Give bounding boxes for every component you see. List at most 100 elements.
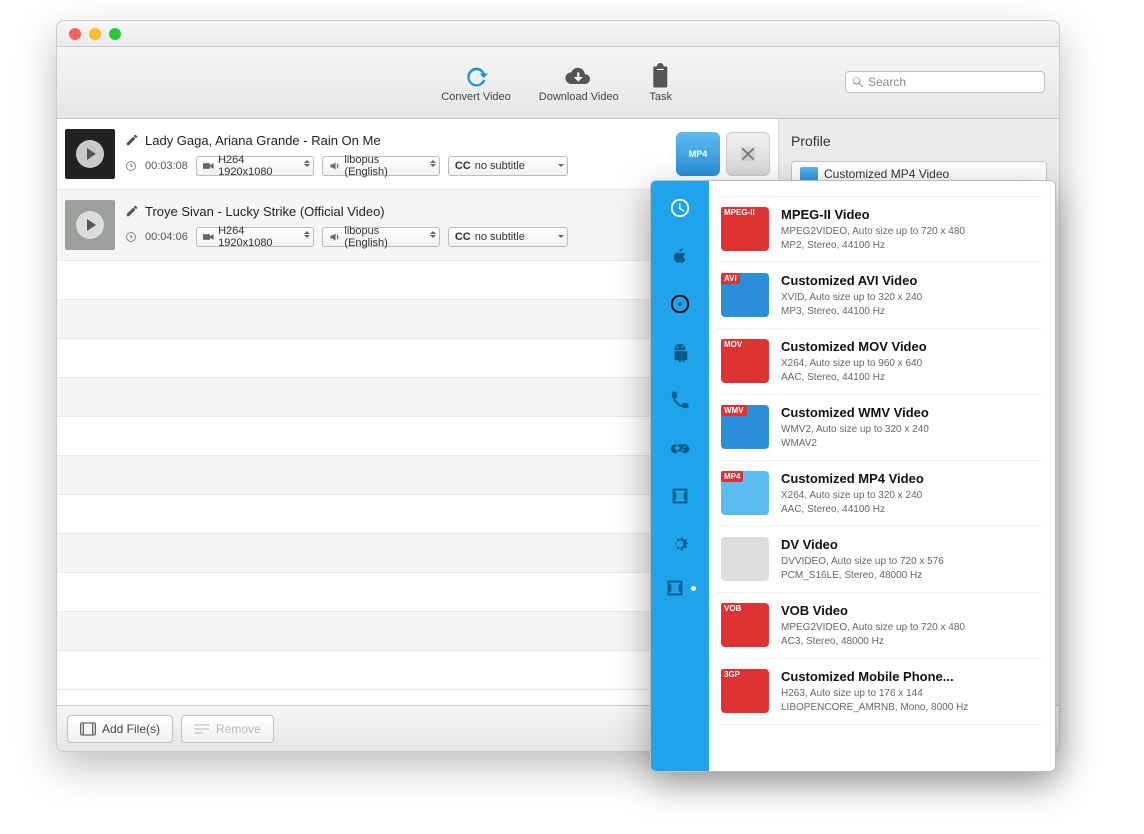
convert-video-button[interactable]: Convert Video [441, 63, 511, 103]
profile-option[interactable]: MPEG-II MPEG-II Video MPEG2VIDEO, Auto s… [717, 197, 1041, 263]
minimize-icon[interactable] [89, 28, 101, 40]
profile-desc-1: MPEG2VIDEO, Auto size up to 720 x 480 [781, 225, 965, 239]
format-badge: WMV [721, 405, 747, 416]
clipboard-icon [647, 63, 675, 91]
subtitle-label: no subtitle [475, 160, 525, 172]
audio-label: libopus (English) [344, 154, 422, 178]
profile-option[interactable]: AVI Customized AVI Video XVID, Auto size… [717, 263, 1041, 329]
video-icon [203, 231, 214, 243]
codec-select[interactable]: H264 1920x1080 [196, 156, 314, 176]
apple-icon [669, 245, 691, 267]
speaker-icon [329, 231, 341, 243]
profile-desc-2: AC3, Stereo, 48000 Hz [781, 635, 965, 649]
profile-list[interactable]: MPEG-II MPEG-II Video MPEG2VIDEO, Auto s… [709, 181, 1055, 771]
profile-option[interactable]: MOV Customized MOV Video X264, Auto size… [717, 329, 1041, 395]
film-icon [664, 577, 686, 599]
category-game[interactable] [665, 433, 695, 463]
profile-desc-2: AAC, Stereo, 44100 Hz [781, 371, 927, 385]
category-video[interactable] [665, 481, 695, 511]
profile-desc-2: MP3, Stereo, 44100 Hz [781, 305, 922, 319]
phone-icon [669, 389, 691, 411]
audio-label: libopus (English) [344, 225, 422, 249]
audio-select[interactable]: libopus (English) [322, 227, 440, 247]
profile-desc-2: PCM_S16LE, Stereo, 48000 Hz [781, 569, 944, 583]
convert-video-label: Convert Video [441, 91, 511, 103]
codec-select[interactable]: H264 1920x1080 [196, 227, 314, 247]
format-badge: MP4 [721, 471, 743, 482]
profile-name: VOB Video [781, 603, 965, 618]
download-video-button[interactable]: Download Video [539, 63, 619, 103]
clock-icon [125, 231, 137, 243]
clock-icon [125, 160, 137, 172]
add-files-button[interactable]: Add File(s) [67, 715, 173, 743]
close-icon[interactable] [69, 28, 81, 40]
zoom-icon[interactable] [109, 28, 121, 40]
profile-name: Customized MOV Video [781, 339, 927, 354]
mp4-icon [800, 167, 818, 181]
profile-category-sidebar [651, 181, 709, 771]
file-title: Troye Sivan - Lucky Strike (Official Vid… [145, 204, 385, 219]
profile-heading: Profile [791, 133, 1047, 149]
trim-button[interactable] [726, 132, 770, 176]
profile-desc-1: MPEG2VIDEO, Auto size up to 720 x 480 [781, 621, 965, 635]
profile-name: Customized AVI Video [781, 273, 922, 288]
pencil-icon[interactable] [125, 204, 139, 218]
cloud-download-icon [565, 63, 593, 91]
active-dot-icon [691, 586, 696, 591]
category-settings[interactable] [665, 529, 695, 559]
profile-thumb: AVI [721, 273, 769, 317]
cc-icon: CC [455, 160, 471, 172]
profile-option[interactable]: WMV Customized WMV Video WMV2, Auto size… [717, 395, 1041, 461]
search-icon [852, 76, 864, 88]
remove-button[interactable]: Remove [181, 715, 274, 743]
codec-label: H264 1920x1080 [218, 225, 297, 249]
category-phone[interactable] [665, 385, 695, 415]
scissors-icon [737, 143, 759, 165]
film-plus-icon [80, 722, 96, 736]
profile-name: MPEG-II Video [781, 207, 965, 222]
profile-name: DV Video [781, 537, 944, 552]
format-badge: AVI [721, 273, 740, 284]
profile-desc-1: H263, Auto size up to 176 x 144 [781, 687, 968, 701]
search-input[interactable]: Search [845, 71, 1045, 93]
speaker-icon [329, 160, 341, 172]
subtitle-select[interactable]: CC no subtitle [448, 227, 568, 247]
cc-icon: CC [455, 231, 471, 243]
subtitle-select[interactable]: CC no subtitle [448, 156, 568, 176]
category-recent[interactable] [665, 193, 695, 223]
android-icon [669, 341, 691, 363]
profile-option[interactable]: VOB VOB Video MPEG2VIDEO, Auto size up t… [717, 593, 1041, 659]
disc-icon [669, 293, 691, 315]
profile-option[interactable]: MP4 Customized MP4 Video X264, Auto size… [717, 461, 1041, 527]
category-android[interactable] [665, 337, 695, 367]
profile-option[interactable]: 3GP Customized Mobile Phone... H263, Aut… [717, 659, 1041, 725]
add-files-label: Add File(s) [102, 722, 160, 736]
profile-name: Customized Mobile Phone... [781, 669, 968, 684]
profile-thumb: MOV [721, 339, 769, 383]
task-button[interactable]: Task [647, 63, 675, 103]
remove-label: Remove [216, 722, 261, 736]
category-disc[interactable] [665, 289, 695, 319]
profile-thumb [721, 537, 769, 581]
titlebar [57, 21, 1059, 47]
output-format-button[interactable]: MP4 [676, 132, 720, 176]
profile-name: Customized MP4 Video [781, 471, 924, 486]
profile-selected-label: Customized MP4 Video [824, 167, 949, 181]
video-icon [203, 160, 214, 172]
pencil-icon[interactable] [125, 133, 139, 147]
search-placeholder: Search [868, 75, 906, 89]
profile-desc-2: MP2, Stereo, 44100 Hz [781, 239, 965, 253]
format-badge: VOB [721, 603, 744, 614]
filmstrip-icon [669, 485, 691, 507]
video-thumbnail[interactable] [65, 200, 115, 250]
profile-desc-2: LIBOPENCORE_AMRNB, Mono, 8000 Hz [781, 701, 968, 715]
format-badge: MPEG-II [721, 207, 758, 218]
gamepad-icon [669, 437, 691, 459]
category-custom[interactable] [664, 577, 696, 599]
profile-option[interactable]: DV Video DVVIDEO, Auto size up to 720 x … [717, 527, 1041, 593]
audio-select[interactable]: libopus (English) [322, 156, 440, 176]
video-thumbnail[interactable] [65, 129, 115, 179]
clock-icon [669, 197, 691, 219]
format-badge: 3GP [721, 669, 743, 680]
category-apple[interactable] [665, 241, 695, 271]
